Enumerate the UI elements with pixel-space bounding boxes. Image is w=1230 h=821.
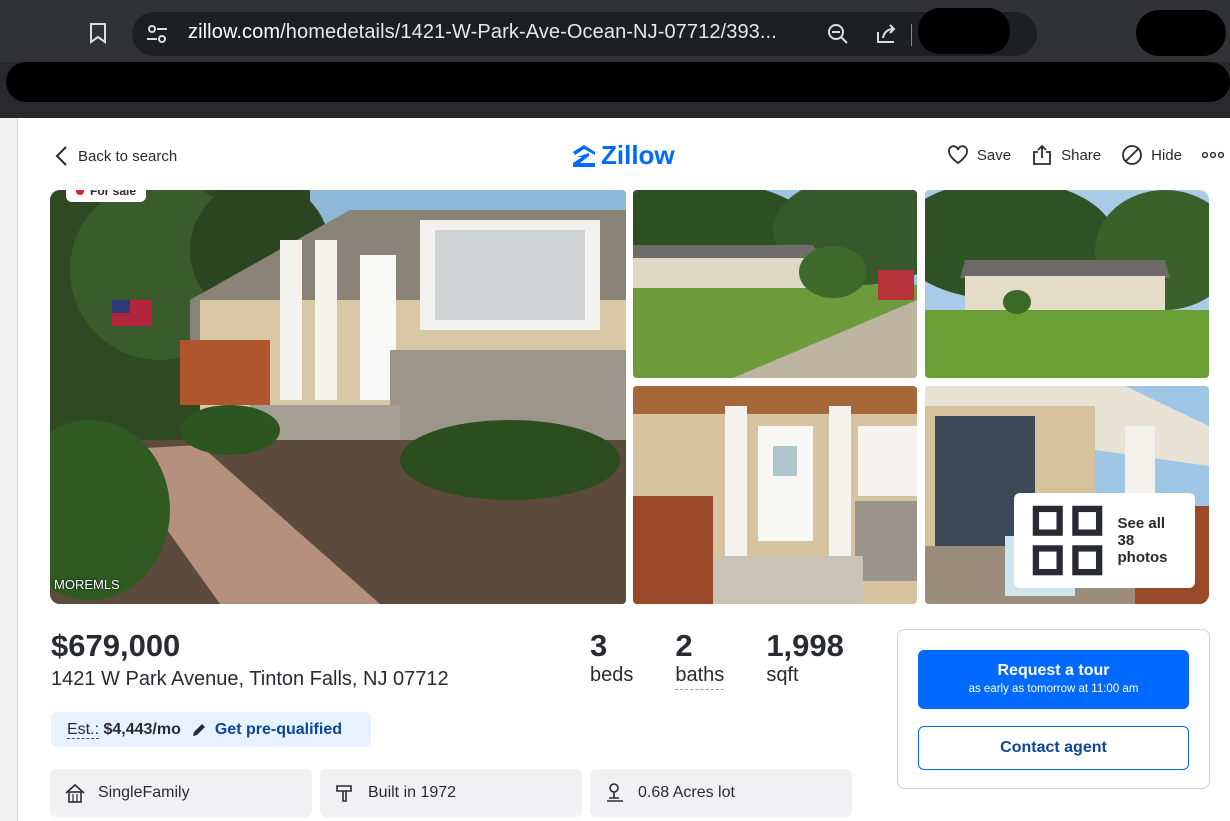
- listing-price: $679,000: [51, 628, 181, 663]
- more-icon: [1202, 151, 1224, 159]
- mls-watermark: MOREMLS: [54, 577, 120, 592]
- beds-value: 3: [590, 628, 608, 663]
- url-path: /homedetails/1421-W-Park-Ave-Ocean-NJ-07…: [280, 21, 777, 43]
- hide-icon: [1122, 145, 1143, 165]
- main-photo[interactable]: For sale MOREMLS: [50, 190, 626, 604]
- gallery-photo-1[interactable]: [633, 190, 917, 378]
- url-text[interactable]: zillow.com/homedetails/1421-W-Park-Ave-O…: [188, 21, 777, 44]
- request-tour-sublabel: as early as tomorrow at 11:00 am: [968, 683, 1139, 695]
- sqft-value: 1,998: [766, 628, 844, 663]
- estimate-text[interactable]: Est.: $4,443/mo: [67, 720, 181, 739]
- payment-estimate: Est.: $4,443/mo Get pre-qualified: [51, 712, 371, 747]
- listing-actions: Save Share Hide: [947, 144, 1224, 166]
- fact-year-built-text: Built in 1972: [368, 784, 457, 801]
- more-options-button[interactable]: [1202, 151, 1224, 159]
- heart-icon: [948, 145, 968, 165]
- listing-page: Back to search Zillow Save Share Hide Fo…: [18, 118, 1230, 821]
- beds-stat: 3 beds: [590, 628, 633, 690]
- save-label: Save: [976, 146, 1012, 164]
- house-driveway-photo: [633, 190, 917, 378]
- prequalify-label: Get pre-qualified: [214, 720, 342, 738]
- fact-year-built: Built in 1972: [320, 769, 582, 817]
- gallery-photo-4[interactable]: See all 38 photos: [925, 386, 1209, 604]
- redaction-mark: [6, 62, 1230, 102]
- house-icon: [65, 783, 85, 803]
- chevron-left-icon: [55, 146, 67, 166]
- contact-agent-button[interactable]: Contact agent: [918, 726, 1189, 770]
- gallery-photo-2[interactable]: [925, 190, 1209, 378]
- request-tour-button[interactable]: Request a tour as early as tomorrow at 1…: [918, 650, 1189, 709]
- fact-lot-size: 0.68 Acres lot: [590, 769, 852, 817]
- browser-chrome: zillow.com/homedetails/1421-W-Park-Ave-O…: [0, 0, 1230, 118]
- grid-icon: [1033, 505, 1103, 576]
- share-button[interactable]: Share: [1031, 144, 1101, 166]
- see-all-photos-button[interactable]: See all 38 photos: [1014, 492, 1195, 588]
- get-prequalified-link[interactable]: Get pre-qualified: [191, 721, 342, 739]
- back-label: Back to search: [78, 147, 178, 165]
- estimate-value: $4,443/mo: [103, 720, 181, 738]
- redaction-mark: [918, 8, 1010, 54]
- home-facts: SingleFamily Built in 1972 0.68 Acres lo…: [50, 769, 852, 817]
- estimate-label: Est.:: [67, 720, 100, 739]
- baths-label[interactable]: baths: [675, 664, 725, 690]
- fact-home-type: SingleFamily: [50, 769, 312, 817]
- beds-label: beds: [590, 664, 634, 686]
- contact-card: Request a tour as early as tomorrow at 1…: [897, 629, 1210, 789]
- sqft-label: sqft: [766, 664, 799, 686]
- zoom-out-icon[interactable]: [826, 22, 850, 46]
- bookmark-icon[interactable]: [88, 22, 108, 44]
- see-all-label: See all 38 photos: [1117, 514, 1168, 566]
- back-to-search-link[interactable]: Back to search: [54, 145, 177, 167]
- hide-label: Hide: [1151, 146, 1182, 164]
- side-window-strip: [0, 118, 18, 821]
- logo-text: Zillow: [601, 140, 675, 170]
- site-settings-icon[interactable]: [146, 24, 168, 44]
- gallery-photo-3[interactable]: [633, 386, 917, 604]
- zillow-logo[interactable]: Zillow: [571, 140, 675, 171]
- url-host: zillow.com: [188, 21, 281, 43]
- redaction-mark: [1136, 10, 1226, 56]
- house-front-photo: [50, 190, 626, 604]
- lot-icon: [607, 783, 623, 802]
- share-label: Share: [1061, 146, 1102, 164]
- share-icon: [1033, 144, 1052, 165]
- zillow-logo-icon: [573, 144, 595, 167]
- fact-home-type-text: SingleFamily: [98, 784, 190, 801]
- toolbar-divider: [911, 24, 912, 46]
- status-badge: For sale: [66, 190, 147, 202]
- request-tour-label: Request a tour: [997, 662, 1110, 679]
- status-dot: [76, 190, 84, 195]
- pencil-icon: [192, 723, 205, 736]
- front-door-photo: [633, 386, 917, 604]
- house-lawn-photo: [925, 190, 1209, 378]
- browser-share-icon[interactable]: [874, 22, 898, 46]
- sqft-stat: 1,998 sqft: [766, 628, 844, 690]
- hide-button[interactable]: Hide: [1121, 144, 1182, 166]
- fact-lot-size-text: 0.68 Acres lot: [638, 784, 735, 801]
- status-label: For sale: [90, 190, 137, 198]
- save-button[interactable]: Save: [947, 145, 1011, 165]
- listing-address: 1421 W Park Avenue, Tinton Falls, NJ 077…: [51, 668, 449, 690]
- hammer-icon: [336, 785, 352, 802]
- baths-value: 2: [675, 628, 693, 663]
- listing-stats: 3 beds 2 baths 1,998 sqft: [590, 628, 844, 690]
- baths-stat[interactable]: 2 baths: [675, 628, 725, 690]
